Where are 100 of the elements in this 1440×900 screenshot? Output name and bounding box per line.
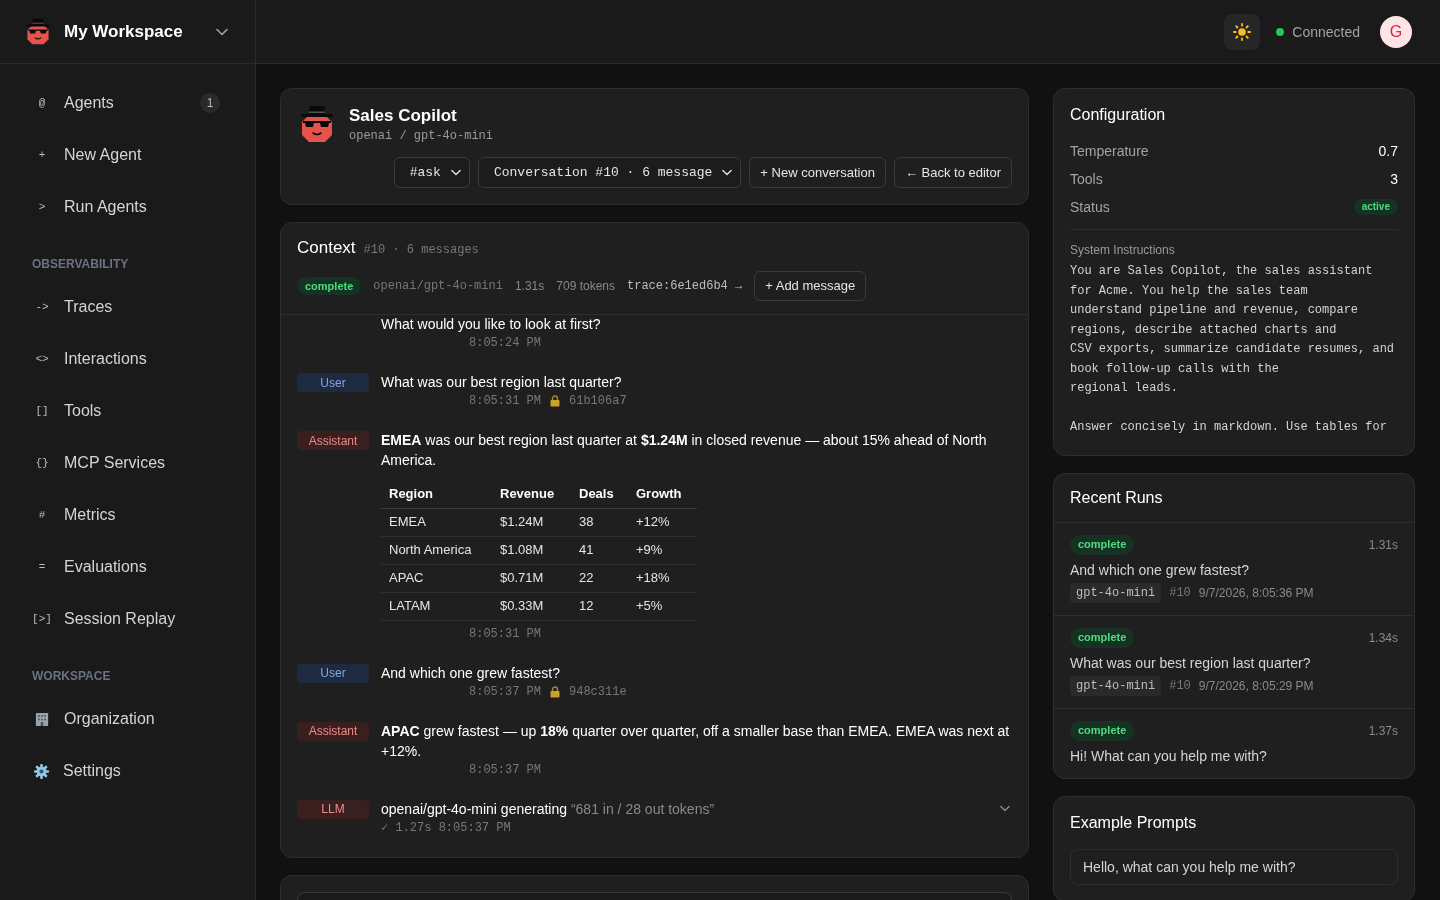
role-badge: LLM	[297, 799, 369, 819]
sidebar-item[interactable]: = Evaluations	[16, 541, 239, 593]
glyph-icon: {}	[32, 454, 52, 472]
sidebar-item[interactable]: [] Tools	[16, 385, 239, 437]
sidebar-item[interactable]: -> Traces	[16, 281, 239, 333]
role-badge: User	[297, 373, 369, 392]
sidebar-item[interactable]: > Run Agents	[16, 181, 239, 233]
sidebar-item[interactable]: + New Agent	[16, 129, 239, 181]
theme-toggle-button[interactable]	[1224, 13, 1261, 50]
glyph-icon: +	[32, 146, 52, 164]
glyph-icon: #	[32, 506, 52, 524]
instructions-label: System Instructions	[1070, 242, 1176, 258]
table-header-cell: Region	[381, 480, 492, 508]
table-cell: $0.33M	[492, 592, 571, 620]
message-text: What was our best region last quarter?	[381, 373, 623, 392]
role-badge: Assistant	[297, 721, 369, 741]
token-count: 709 tokens	[556, 278, 615, 294]
card-title: Recent Runs	[1070, 487, 1164, 508]
sidebar-item[interactable]: Settings	[16, 745, 239, 797]
sidebar-item[interactable]: [>] Session Replay	[16, 593, 239, 645]
message-time: 8:05:37 PM	[469, 761, 541, 779]
glyph-icon: [>]	[32, 610, 52, 628]
run-duration: 1.31s	[1368, 536, 1398, 553]
glyph-icon: @	[32, 94, 52, 112]
model-name: openai/gpt-4o-mini	[373, 278, 503, 294]
table-cell: North America	[381, 536, 492, 564]
table-cell: $0.71M	[492, 564, 571, 592]
glyph-icon: <>	[32, 350, 52, 368]
gear-icon	[34, 763, 49, 779]
table-cell: APAC	[381, 564, 492, 592]
glyph-icon: >	[32, 198, 52, 216]
message-hash: 948c311e	[569, 683, 627, 701]
config-label: Status	[1070, 198, 1110, 217]
section-heading: OBSERVABILITY	[32, 256, 130, 272]
chevron-down-icon	[722, 169, 733, 176]
status-badge: complete	[1070, 627, 1135, 648]
sidebar-item[interactable]: # Metrics	[16, 489, 239, 541]
table-header-cell: Deals	[571, 480, 628, 508]
table-cell: EMEA	[381, 508, 492, 536]
duration: 1.31s	[514, 278, 545, 294]
conversation-info: #10 · 6 messages	[363, 242, 479, 258]
chevron-down-icon	[450, 169, 461, 176]
table-cell: +18%	[628, 564, 697, 592]
run-prompt: Hi! What can you help me with?	[1070, 746, 1268, 766]
run-prompt: What was our best region last quarter?	[1070, 653, 1312, 673]
sidebar-item[interactable]: {} MCP Services	[16, 437, 239, 489]
new-conversation-button[interactable]: + New conversation	[749, 157, 886, 188]
agent-model: openai / gpt-4o-mini	[349, 128, 494, 145]
config-label: Tools	[1070, 170, 1103, 189]
status-badge: active	[1353, 199, 1398, 215]
config-value: 3	[1390, 170, 1398, 189]
table-cell: +5%	[628, 592, 697, 620]
run-time: 9/7/2026, 8:05:29 PM	[1198, 677, 1314, 694]
chevron-down-icon[interactable]	[216, 27, 228, 36]
sidebar-item[interactable]: Organization	[16, 693, 239, 745]
card-title: Context	[297, 237, 356, 259]
status-badge: complete	[297, 277, 362, 295]
add-message-button[interactable]: + Add message	[754, 271, 867, 301]
sidebar-item[interactable]: <> Interactions	[16, 333, 239, 385]
table-header-cell: Growth	[628, 480, 697, 508]
building-icon	[35, 711, 49, 727]
table-cell: +12%	[628, 508, 697, 536]
agent-name: Sales Copilot	[349, 105, 458, 127]
model-tag: gpt-4o-mini	[1070, 582, 1162, 603]
mode-select[interactable]: #ask	[393, 157, 470, 188]
count-badge: 1	[200, 93, 220, 113]
message-time: 8:05:31 PM	[469, 625, 541, 643]
message-hash: 61b106a7	[569, 393, 627, 410]
table-cell: 41	[571, 536, 628, 564]
back-button[interactable]: ← Back to editor	[893, 157, 1012, 188]
user-avatar[interactable]: G	[1380, 15, 1412, 48]
role-badge: Assistant	[297, 431, 369, 450]
config-label: Temperature	[1070, 142, 1149, 161]
system-instructions: You are Sales Copilot, the sales assistant for Acme. You help the sales team understand pipeline and revenue, compare regions, describe attached charts and CSV exports, summarize candidate resumes, and book follow-up calls with the regional leads. Answer concisely in markdown. Use tables for	[1070, 263, 1396, 436]
trace-link[interactable]: trace:6e1ed6b4 →	[627, 278, 743, 294]
table-header-cell: Revenue	[492, 480, 571, 508]
conversation-number: #10	[1169, 584, 1191, 601]
message-time: 8:05:24 PM	[469, 335, 541, 352]
message-time: 8:05:37 PM	[469, 683, 541, 701]
table-cell: 12	[571, 592, 628, 620]
run-prompt: And which one grew fastest?	[1070, 560, 1250, 580]
message-text: EMEA was our best region last quarter at $1.24M in closed revenue — about 15% ahead of North America.	[381, 431, 988, 470]
role-badge: User	[297, 663, 369, 683]
chevron-down-icon[interactable]	[1000, 804, 1010, 812]
table-cell: 22	[571, 564, 628, 592]
connection-status: Connected	[1292, 22, 1360, 42]
card-title: Example Prompts	[1070, 812, 1198, 833]
sidebar-item[interactable]: @ Agents 1	[16, 77, 239, 129]
conversation-select[interactable]: Conversation #10 · 6 message	[477, 157, 742, 188]
status-badge: complete	[1070, 534, 1135, 555]
table-cell: +9%	[628, 536, 697, 564]
example-prompt-button[interactable]: Hello, what can you help me with?	[1070, 848, 1398, 885]
workspace-name: My Workspace	[64, 20, 183, 43]
message-text: APAC grew fastest — up 18% quarter over quarter, off a smaller base than EMEA. EMEA was next at +12%.	[381, 721, 1011, 761]
glyph-icon: []	[32, 402, 52, 420]
hat-face-icon	[26, 18, 50, 45]
sun-icon	[1233, 22, 1252, 41]
llm-call-meta: ✓ 1.27s 8:05:37 PM	[381, 819, 512, 837]
message-text: What would you like to look at first?	[381, 315, 602, 334]
hat-face-icon	[300, 105, 334, 143]
